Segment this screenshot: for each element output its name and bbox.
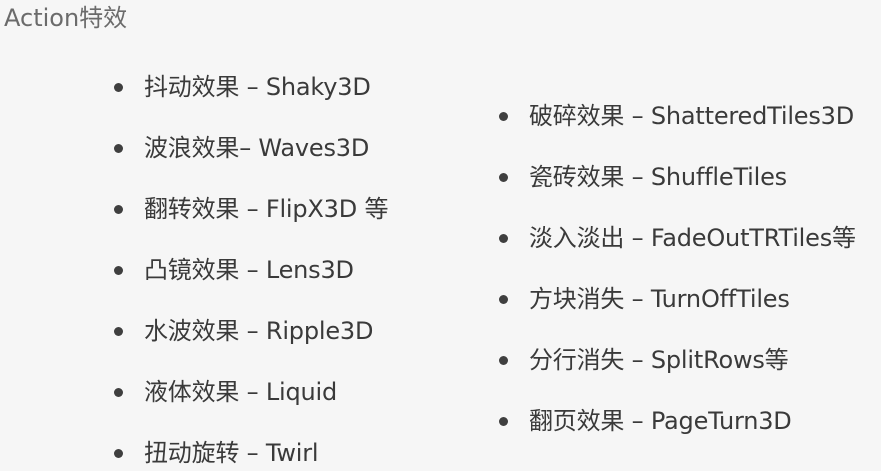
list-item-label: 翻页效果 – PageTurn3D (529, 407, 792, 435)
list-item-label: 抖动效果 – Shaky3D (144, 73, 371, 101)
list-item-label: 破碎效果 – ShatteredTiles3D (529, 102, 855, 130)
bullet-icon (499, 172, 508, 182)
list-item-waves3d: 波浪效果– Waves3D (114, 130, 369, 166)
list-item-label: 波浪效果– Waves3D (144, 134, 370, 162)
list-item-label: 液体效果 – Liquid (144, 378, 338, 406)
list-item-label: 分行消失 – SplitRows等 (529, 346, 789, 374)
list-item-label: 凸镜效果 – Lens3D (144, 256, 354, 284)
list-item-label: 淡入淡出 – FadeOutTRTiles等 (529, 224, 856, 252)
list-item-fadeouttrtiles: 淡入淡出 – FadeOutTRTiles等 (499, 220, 856, 256)
list-item-shaky3d: 抖动效果 – Shaky3D (114, 69, 371, 105)
bullet-icon (499, 294, 508, 304)
slide-title: Action特效 (4, 4, 128, 32)
list-item-shuffletiles: 瓷砖效果 – ShuffleTiles (499, 159, 787, 195)
bullet-icon (499, 355, 508, 365)
list-item-shatteredtiles3d: 破碎效果 – ShatteredTiles3D (499, 98, 854, 134)
bullet-icon (114, 204, 123, 214)
list-item-label: 瓷砖效果 – ShuffleTiles (529, 163, 787, 191)
list-item-ripple3d: 水波效果 – Ripple3D (114, 313, 373, 349)
bullet-icon (114, 387, 123, 397)
bullet-icon (114, 82, 123, 92)
list-item-turnofftiles: 方块消失 – TurnOffTiles (499, 281, 790, 317)
bullet-icon (114, 448, 123, 458)
list-item-lens3d: 凸镜效果 – Lens3D (114, 252, 354, 288)
bullet-icon (499, 416, 508, 426)
bullet-icon (114, 265, 123, 275)
bullet-icon (499, 233, 508, 243)
list-item-label: 方块消失 – TurnOffTiles (529, 285, 790, 313)
list-item-liquid: 液体效果 – Liquid (114, 374, 337, 410)
list-item-flipx3d: 翻转效果 – FlipX3D 等 (114, 191, 388, 227)
list-item-label: 水波效果 – Ripple3D (144, 317, 374, 345)
list-item-splitrows: 分行消失 – SplitRows等 (499, 342, 789, 378)
list-item-label: 翻转效果 – FlipX3D 等 (144, 195, 389, 223)
bullet-icon (114, 326, 123, 336)
list-item-pageturn3d: 翻页效果 – PageTurn3D (499, 403, 792, 439)
bullet-icon (114, 143, 123, 153)
bullet-icon (499, 111, 508, 121)
